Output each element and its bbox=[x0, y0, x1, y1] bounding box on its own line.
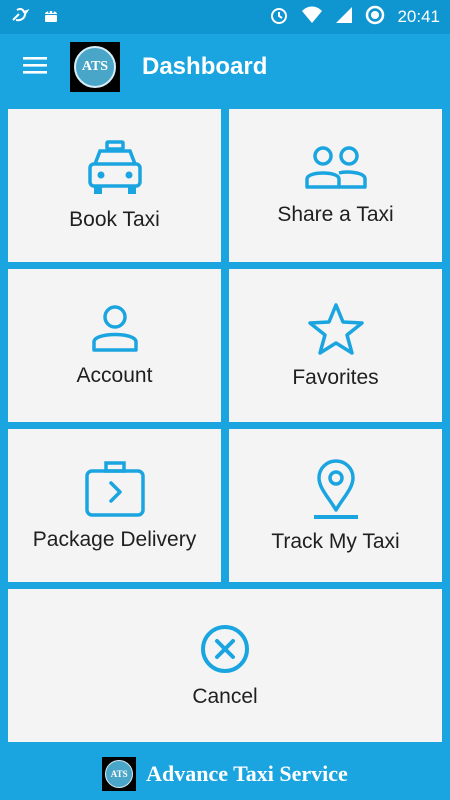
notification-icon bbox=[10, 5, 30, 30]
account-tile[interactable]: Account bbox=[8, 269, 221, 422]
track-my-taxi-tile[interactable]: Track My Taxi bbox=[229, 429, 442, 582]
tile-label: Cancel bbox=[192, 684, 258, 708]
app-bar: ATS Dashboard bbox=[0, 34, 450, 100]
location-pin-icon bbox=[311, 458, 361, 520]
favorites-tile[interactable]: Favorites bbox=[229, 269, 442, 422]
tile-label: Package Delivery bbox=[32, 527, 197, 551]
taxi-icon bbox=[85, 139, 145, 198]
wifi-icon bbox=[301, 6, 323, 29]
person-icon bbox=[90, 304, 140, 354]
tile-label: Track My Taxi bbox=[271, 529, 400, 553]
status-bar: 20:41 bbox=[0, 0, 450, 34]
tile-label: Share a Taxi bbox=[277, 202, 394, 226]
footer-logo: ATS bbox=[102, 757, 137, 791]
battery-icon bbox=[365, 5, 385, 30]
cancel-tile[interactable]: Cancel bbox=[8, 589, 442, 742]
book-taxi-tile[interactable]: Book Taxi bbox=[8, 109, 221, 262]
footer-brand: ATS Advance Taxi Service bbox=[0, 748, 450, 800]
app-logo: ATS bbox=[70, 42, 120, 92]
page-title: Dashboard bbox=[142, 53, 268, 80]
star-icon bbox=[307, 302, 365, 356]
tile-label: Book Taxi bbox=[69, 207, 160, 231]
tile-label: Account bbox=[76, 363, 153, 387]
app-logo-text: ATS bbox=[74, 46, 116, 88]
cancel-icon bbox=[199, 623, 251, 675]
tile-label: Favorites bbox=[292, 365, 379, 389]
menu-button[interactable] bbox=[0, 34, 70, 100]
footer-brand-text: Advance Taxi Service bbox=[146, 761, 348, 786]
people-icon bbox=[304, 145, 368, 193]
hamburger-menu-icon bbox=[22, 55, 48, 80]
share-taxi-tile[interactable]: Share a Taxi bbox=[229, 109, 442, 262]
signal-icon bbox=[335, 6, 353, 29]
alarm-icon bbox=[269, 5, 289, 30]
footer-logo-text: ATS bbox=[105, 760, 134, 788]
android-icon bbox=[42, 5, 60, 30]
status-time: 20:41 bbox=[397, 7, 440, 26]
package-delivery-tile[interactable]: Package Delivery bbox=[8, 429, 221, 582]
briefcase-icon bbox=[84, 460, 146, 518]
